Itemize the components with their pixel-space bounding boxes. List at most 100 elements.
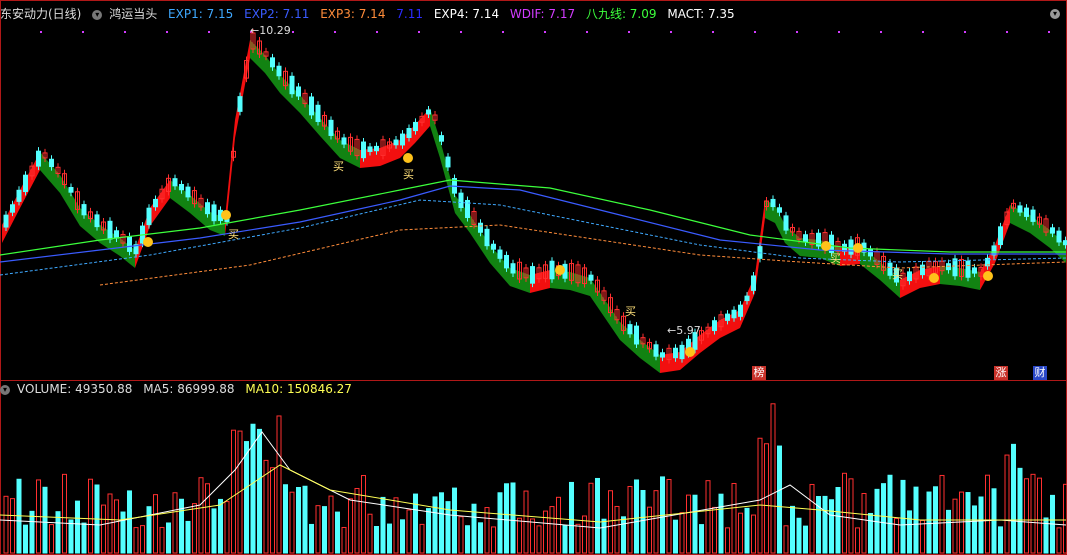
chart-window[interactable]: 东安动力(日线) ▾ 鸿运当头 EXP1: 7.15 EXP2: 7.11 EXP… <box>0 0 1067 555</box>
volume-bar <box>367 513 373 554</box>
candlestick-chart[interactable]: 买买买买买买 <box>0 0 1067 555</box>
volume-bar <box>497 492 503 554</box>
volume-bar <box>88 478 93 554</box>
volume-bar <box>133 527 139 554</box>
buy-marker: 买 <box>403 168 414 181</box>
candle-body <box>497 249 503 259</box>
candle-body <box>36 150 41 167</box>
volume-bar <box>601 518 607 554</box>
trend-ribbon-segment <box>440 140 455 213</box>
volume-bar <box>81 522 87 554</box>
volume-bar <box>595 477 600 554</box>
volume-bar <box>549 506 555 554</box>
candle-body <box>94 214 100 228</box>
volume-bar <box>920 519 925 554</box>
signal-dot <box>418 31 420 33</box>
candle-body <box>185 186 191 198</box>
candle-body <box>510 263 516 274</box>
signal-dot <box>208 31 210 33</box>
candle-body <box>400 133 405 146</box>
volume-bar <box>718 493 724 554</box>
volume-bar <box>478 522 483 554</box>
volume-bar <box>998 526 1003 554</box>
volume-bar <box>608 490 613 554</box>
volume-bar <box>692 494 698 554</box>
candle-body <box>328 119 334 136</box>
volume-bar <box>861 492 867 554</box>
volume-bar <box>1030 473 1036 554</box>
buy-marker: 买 <box>333 160 344 173</box>
signal-dot <box>880 31 882 33</box>
signal-ball <box>685 347 695 357</box>
volume-bar <box>757 437 763 554</box>
candle-body <box>634 325 639 345</box>
volume-bar <box>959 491 964 554</box>
signal-ball <box>983 271 993 281</box>
candle-body <box>653 344 659 357</box>
signal-dot <box>922 31 924 33</box>
volume-bar <box>406 509 412 554</box>
volume-bar <box>374 526 379 554</box>
candle-body <box>16 189 22 202</box>
volume-bar <box>569 481 574 554</box>
volume-bar <box>939 474 945 554</box>
volume-bar <box>172 492 178 554</box>
volume-bar <box>458 516 464 554</box>
volume-bar <box>426 508 431 554</box>
signal-ball <box>221 210 231 220</box>
signal-ball <box>929 273 939 283</box>
volume-bar <box>75 500 80 554</box>
volume-bar <box>1004 454 1010 554</box>
chevron-down-icon[interactable]: ▾ <box>0 384 10 395</box>
volume-bar <box>10 498 15 554</box>
candle-body <box>965 260 971 278</box>
volume-bar <box>153 494 158 554</box>
candle-body <box>114 230 119 239</box>
volume-bar <box>653 490 659 554</box>
event-tag-bang[interactable]: 榜 <box>752 366 766 380</box>
candle-body <box>751 275 756 291</box>
candle-body <box>179 183 184 191</box>
volume-bar <box>413 493 418 554</box>
volume-bar <box>49 524 54 554</box>
candle-body <box>1056 230 1062 243</box>
signal-dot <box>1048 31 1050 33</box>
volume-bar <box>42 486 48 554</box>
high-price-label: ←10.29 <box>250 24 291 37</box>
candle-body <box>1050 227 1055 234</box>
signal-dot <box>838 31 840 33</box>
volume-bar <box>354 487 360 554</box>
volume-bar <box>510 482 516 554</box>
candle-body <box>907 271 912 282</box>
volume-bar <box>829 499 834 554</box>
trend-ribbon-segment <box>235 40 250 138</box>
candle-body <box>374 145 379 152</box>
candle-body <box>127 236 132 252</box>
candle-body <box>445 156 451 168</box>
volume-bar <box>120 511 126 554</box>
candle-body <box>504 254 509 269</box>
signal-dot <box>628 31 630 33</box>
volume-bar <box>1024 478 1029 554</box>
signal-ball <box>403 153 413 163</box>
volume-bar <box>315 505 321 554</box>
event-tag-zhang[interactable]: 涨 <box>994 366 1008 380</box>
volume-bar <box>244 441 249 554</box>
signal-ball <box>821 241 831 251</box>
candle-body <box>738 304 743 317</box>
volume-bar <box>809 483 815 554</box>
volume-bar <box>731 482 737 554</box>
event-tag-cai[interactable]: 财 <box>1033 366 1047 380</box>
volume-bar <box>621 516 626 554</box>
candle-body <box>777 207 782 213</box>
volume-bar <box>289 491 295 554</box>
volume-bar <box>985 474 990 554</box>
volume-bar <box>627 485 633 554</box>
volume-bar <box>68 519 74 554</box>
volume-bar <box>530 518 535 554</box>
candle-body <box>848 239 854 255</box>
signal-dot <box>586 31 588 33</box>
buy-marker: 买 <box>830 252 841 265</box>
candle-body <box>315 104 321 123</box>
volume-bar <box>276 415 282 554</box>
